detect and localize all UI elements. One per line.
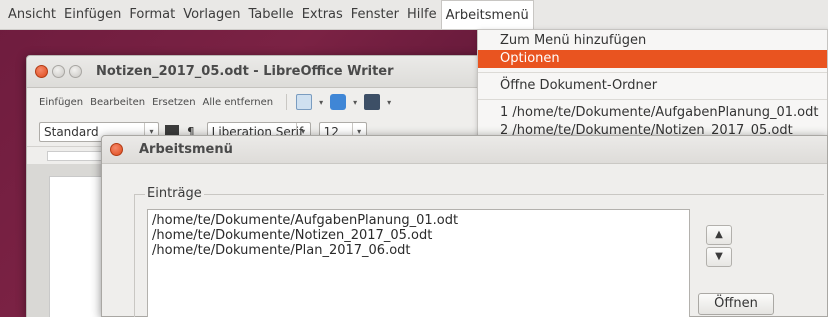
toolbar-ersetzen[interactable]: Ersetzen <box>152 97 195 108</box>
toolbar-bearbeiten[interactable]: Bearbeiten <box>90 97 145 108</box>
menu-ansicht[interactable]: Ansicht <box>4 0 60 30</box>
menu-format[interactable]: Format <box>125 0 179 30</box>
close-icon[interactable] <box>35 65 48 78</box>
maximize-icon[interactable] <box>69 65 82 78</box>
entries-group: Einträge /home/te/Dokumente/AufgabenPlan… <box>134 186 824 317</box>
toolbar-einfuegen[interactable]: Einfügen <box>39 97 83 108</box>
close-icon[interactable] <box>110 143 123 156</box>
paragraph-style-value: Standard <box>44 125 99 139</box>
open-folder-icon[interactable] <box>330 94 347 110</box>
menu-item-oeffne-dokument-ordner[interactable]: Öffne Dokument-Ordner <box>478 77 827 95</box>
list-item[interactable]: /home/te/Dokumente/Plan_2017_06.odt <box>152 243 685 258</box>
menu-hilfe[interactable]: Hilfe <box>403 0 441 30</box>
menu-einfuegen[interactable]: Einfügen <box>60 0 125 30</box>
menu-extras[interactable]: Extras <box>298 0 347 30</box>
new-document-icon[interactable] <box>296 94 313 110</box>
arbeitsmenue-dialog: Arbeitsmenü Einträge /home/te/Dokumente/… <box>101 135 828 317</box>
menubar: Ansicht Einfügen Format Vorlagen Tabelle… <box>0 0 828 30</box>
menu-separator <box>478 72 827 73</box>
chevron-down-icon[interactable]: ▾ <box>387 98 391 107</box>
move-up-button[interactable]: ▲ <box>706 225 732 245</box>
minimize-icon[interactable] <box>52 65 65 78</box>
toolbar-separator <box>286 94 288 110</box>
toolbar-alle-entfernen[interactable]: Alle entfernen <box>203 97 274 108</box>
chevron-down-icon[interactable]: ▾ <box>319 98 323 107</box>
open-button[interactable]: Öffnen <box>698 293 774 315</box>
menu-item-zum-menue-hinzufuegen[interactable]: Zum Menü hinzufügen <box>478 32 827 50</box>
menu-fenster[interactable]: Fenster <box>347 0 403 30</box>
writer-titlebar: Notizen_2017_05.odt - LibreOffice Writer <box>27 56 495 88</box>
list-item[interactable]: /home/te/Dokumente/AufgabenPlanung_01.od… <box>152 213 685 228</box>
writer-title: Notizen_2017_05.odt - LibreOffice Writer <box>96 64 394 79</box>
writer-toolbar: Einfügen Bearbeiten Ersetzen Alle entfer… <box>27 88 497 116</box>
menu-item-optionen[interactable]: Optionen <box>478 50 827 68</box>
chevron-down-icon[interactable]: ▾ <box>353 98 357 107</box>
arbeitsmenue-dropdown: Zum Menü hinzufügen Optionen Öffne Dokum… <box>477 29 828 139</box>
list-item[interactable]: /home/te/Dokumente/Notizen_2017_05.odt <box>152 228 685 243</box>
menu-arbeitsmenue[interactable]: Arbeitsmenü <box>440 0 534 29</box>
menu-vorlagen[interactable]: Vorlagen <box>179 0 244 30</box>
save-icon[interactable] <box>364 94 381 110</box>
menu-tabelle[interactable]: Tabelle <box>244 0 297 30</box>
entries-group-label: Einträge <box>145 186 204 201</box>
menu-separator <box>478 99 827 100</box>
menu-item-recent-1[interactable]: 1 /home/te/Dokumente/AufgabenPlanung_01.… <box>478 104 827 122</box>
dialog-titlebar: Arbeitsmenü <box>102 136 827 164</box>
dialog-title: Arbeitsmenü <box>139 142 233 157</box>
move-down-button[interactable]: ▼ <box>706 247 732 267</box>
entries-listbox[interactable]: /home/te/Dokumente/AufgabenPlanung_01.od… <box>147 209 690 317</box>
